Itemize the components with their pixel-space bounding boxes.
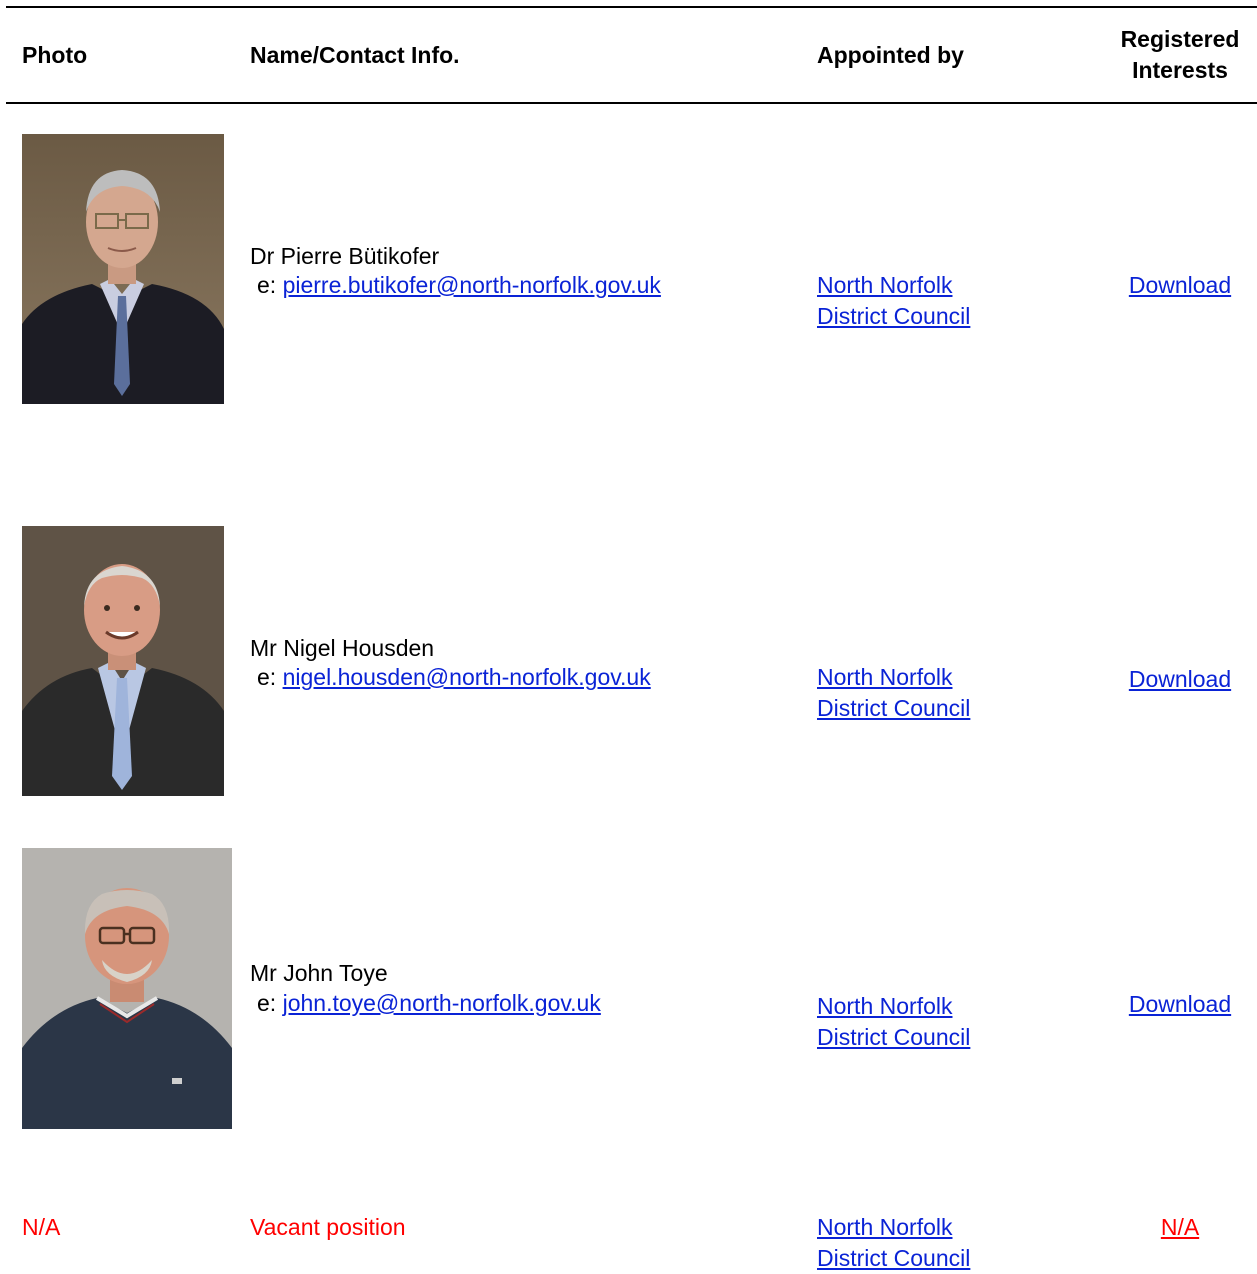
column-header-name: Name/Contact Info. bbox=[250, 42, 460, 68]
interests-not-available-link[interactable]: N/A bbox=[1161, 1214, 1199, 1240]
appointed-by-line2: District Council bbox=[817, 303, 971, 329]
registered-interests-cell: Download bbox=[1105, 664, 1255, 695]
registered-interests-cell: Download bbox=[1105, 989, 1255, 1020]
appointed-by: North Norfolk District Council bbox=[817, 1212, 1017, 1274]
member-email-line: e: nigel.housden@north-norfolk.gov.uk bbox=[257, 662, 651, 693]
email-prefix: e: bbox=[257, 272, 277, 298]
registered-interests-cell: N/A bbox=[1105, 1212, 1255, 1243]
appointed-by: North Norfolk District Council bbox=[817, 662, 1017, 724]
member-photo bbox=[22, 848, 232, 1129]
member-name: Mr Nigel Housden bbox=[250, 635, 435, 661]
appointed-by-line1: North Norfolk bbox=[817, 664, 953, 690]
download-link[interactable]: Download bbox=[1129, 272, 1231, 298]
appointed-by-line1: North Norfolk bbox=[817, 1214, 953, 1240]
appointed-by-line1: North Norfolk bbox=[817, 993, 953, 1019]
appointed-by-link[interactable]: North Norfolk District Council bbox=[817, 664, 970, 721]
email-prefix: e: bbox=[257, 990, 277, 1016]
member-email-line: e: john.toye@north-norfolk.gov.uk bbox=[257, 988, 601, 1019]
email-prefix: e: bbox=[257, 664, 277, 690]
member-email-line: e: pierre.butikofer@north-norfolk.gov.uk bbox=[257, 270, 661, 301]
appointed-by-line2: District Council bbox=[817, 1245, 971, 1271]
appointed-by-line2: District Council bbox=[817, 695, 971, 721]
member-name: Mr John Toye bbox=[250, 960, 388, 986]
column-header-registered-interests: Registered Interests bbox=[1105, 24, 1255, 86]
photo-not-available: N/A bbox=[22, 1214, 61, 1240]
vacant-position-label: Vacant position bbox=[250, 1214, 406, 1240]
download-link[interactable]: Download bbox=[1129, 991, 1231, 1017]
member-email-link[interactable]: john.toye@north-norfolk.gov.uk bbox=[283, 990, 601, 1016]
table-header-rule bbox=[6, 102, 1257, 104]
member-email-link[interactable]: nigel.housden@north-norfolk.gov.uk bbox=[283, 664, 651, 690]
appointed-by: North Norfolk District Council bbox=[817, 270, 1017, 332]
appointed-by-line1: North Norfolk bbox=[817, 272, 953, 298]
appointed-by-link[interactable]: North Norfolk District Council bbox=[817, 1214, 970, 1271]
download-link[interactable]: Download bbox=[1129, 666, 1231, 692]
appointed-by-link[interactable]: North Norfolk District Council bbox=[817, 272, 970, 329]
column-header-registered-line1: Registered bbox=[1120, 26, 1240, 52]
member-photo bbox=[22, 134, 224, 404]
column-header-registered-line2: Interests bbox=[1132, 57, 1228, 83]
column-header-photo: Photo bbox=[22, 42, 88, 68]
appointed-by-line2: District Council bbox=[817, 1024, 971, 1050]
table-top-rule bbox=[6, 6, 1257, 8]
registered-interests-cell: Download bbox=[1105, 270, 1255, 301]
appointed-by: North Norfolk District Council bbox=[817, 991, 1017, 1053]
appointed-by-link[interactable]: North Norfolk District Council bbox=[817, 993, 970, 1050]
member-photo bbox=[22, 526, 224, 796]
member-email-link[interactable]: pierre.butikofer@north-norfolk.gov.uk bbox=[283, 272, 661, 298]
member-name: Dr Pierre Bütikofer bbox=[250, 243, 440, 269]
column-header-appointed: Appointed by bbox=[817, 42, 964, 68]
